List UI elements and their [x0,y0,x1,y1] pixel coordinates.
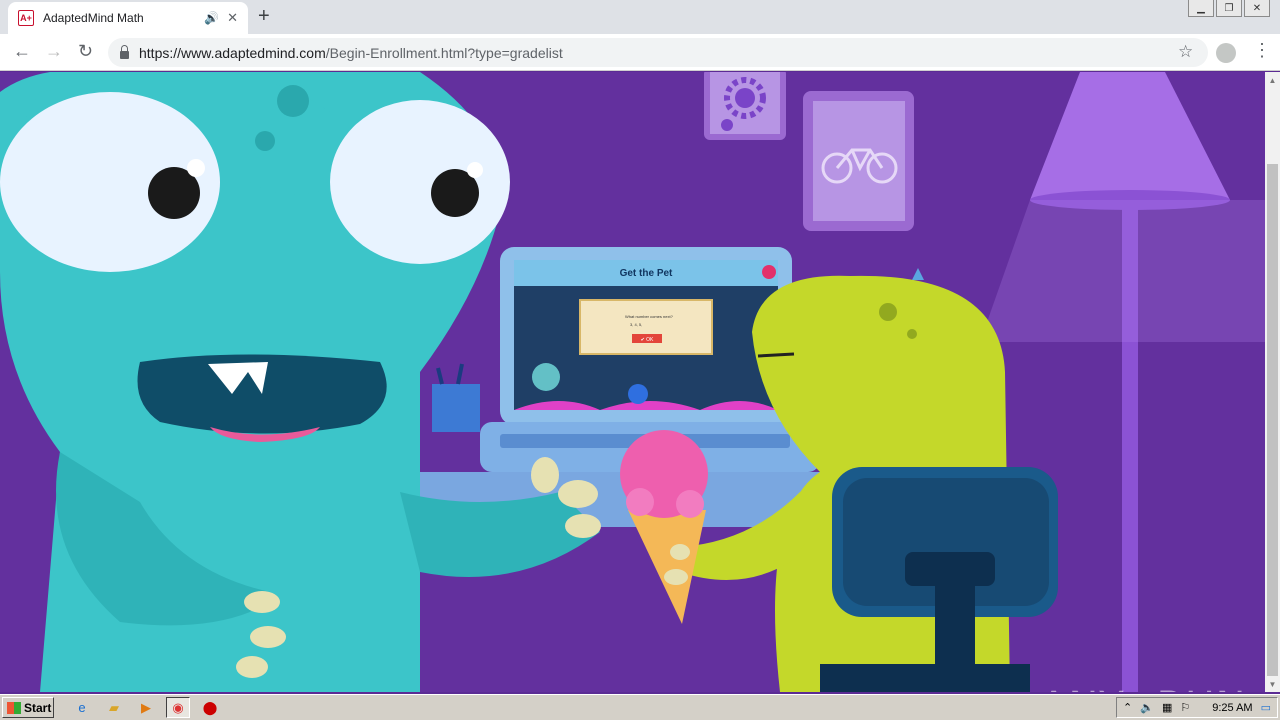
tab-adaptedmind[interactable]: A+ AdaptedMind Math 🔊 ✕ [8,2,248,34]
reload-icon[interactable]: ↻ [78,42,93,60]
new-tab-button[interactable]: + [258,6,270,26]
speaker-icon[interactable]: 🔊 [204,11,219,25]
anyrun-watermark: ANY▷RUN [1040,684,1246,692]
adaptedmind-favicon-icon: A+ [18,10,34,26]
dialog-sequence: 3, 4, 5, [630,322,642,327]
bicycle-picture-frame [803,91,914,231]
close-window-button[interactable]: ✕ [1244,0,1270,17]
clock[interactable]: 9:25 AM [1212,702,1252,714]
stop-icon[interactable]: ⬤ [198,697,222,718]
scroll-up-arrow-icon[interactable]: ▲ [1265,72,1280,88]
scroll-down-arrow-icon[interactable]: ▼ [1265,676,1280,692]
page-content: Get the Pet What number comes next? 3, 4… [0,72,1265,692]
dialog-ok-button: ✔ OK [641,337,654,343]
tray-expand-icon[interactable]: ⌃ [1123,701,1132,714]
close-tab-icon[interactable]: ✕ [227,10,238,26]
folder-icon[interactable]: ▰ [102,697,126,718]
address-bar[interactable]: https://www.adaptedmind.com/Begin-Enroll… [108,38,1208,67]
flower-picture-frame [704,72,786,140]
vertical-scrollbar[interactable]: ▲ ▼ [1265,72,1280,692]
restore-button[interactable]: ❐ [1216,0,1242,17]
kebab-menu-icon[interactable]: ⋮ [1253,40,1271,61]
minimize-button[interactable]: ▁ [1188,0,1214,17]
system-tray: ⌃ 🔈 ▦ ⚐ 9:25 AM ▭ [1116,697,1278,718]
tab-title: AdaptedMind Math [43,11,144,25]
dialog-question: What number comes next? [625,314,674,319]
illustration: Get the Pet What number comes next? 3, 4… [0,72,1265,692]
back-arrow-icon[interactable]: ← [13,42,31,60]
bookmark-star-icon[interactable]: ☆ [1178,42,1193,62]
scroll-thumb[interactable] [1267,164,1278,676]
tab-strip: A+ AdaptedMind Math 🔊 ✕ + ▁ ❐ ✕ [0,0,1280,34]
chrome-icon[interactable]: ◉ [166,697,190,718]
url-text: https://www.adaptedmind.com/Begin-Enroll… [139,44,563,61]
media-player-icon[interactable]: ▶ [134,697,158,718]
flag-icon[interactable]: ⚐ [1180,701,1190,714]
laptop-game-title: Get the Pet [620,268,673,279]
windows-logo-icon [7,701,21,714]
internet-explorer-icon[interactable]: e [70,697,94,718]
network-icon[interactable]: ▦ [1162,701,1172,714]
forward-arrow-icon[interactable]: → [45,42,63,60]
show-desktop-icon[interactable]: ▭ [1261,701,1271,714]
start-button[interactable]: Start [2,697,54,718]
lock-icon [120,44,129,59]
volume-icon[interactable]: 🔈 [1140,701,1154,714]
browser-toolbar: ← → ↻ https://www.adaptedmind.com/Begin-… [0,34,1280,71]
windows-taskbar: Start e ▰ ▶ ◉ ⬤ ⌃ 🔈 ▦ ⚐ 9:25 AM ▭ [0,694,1280,720]
profile-avatar-icon[interactable] [1216,43,1236,63]
